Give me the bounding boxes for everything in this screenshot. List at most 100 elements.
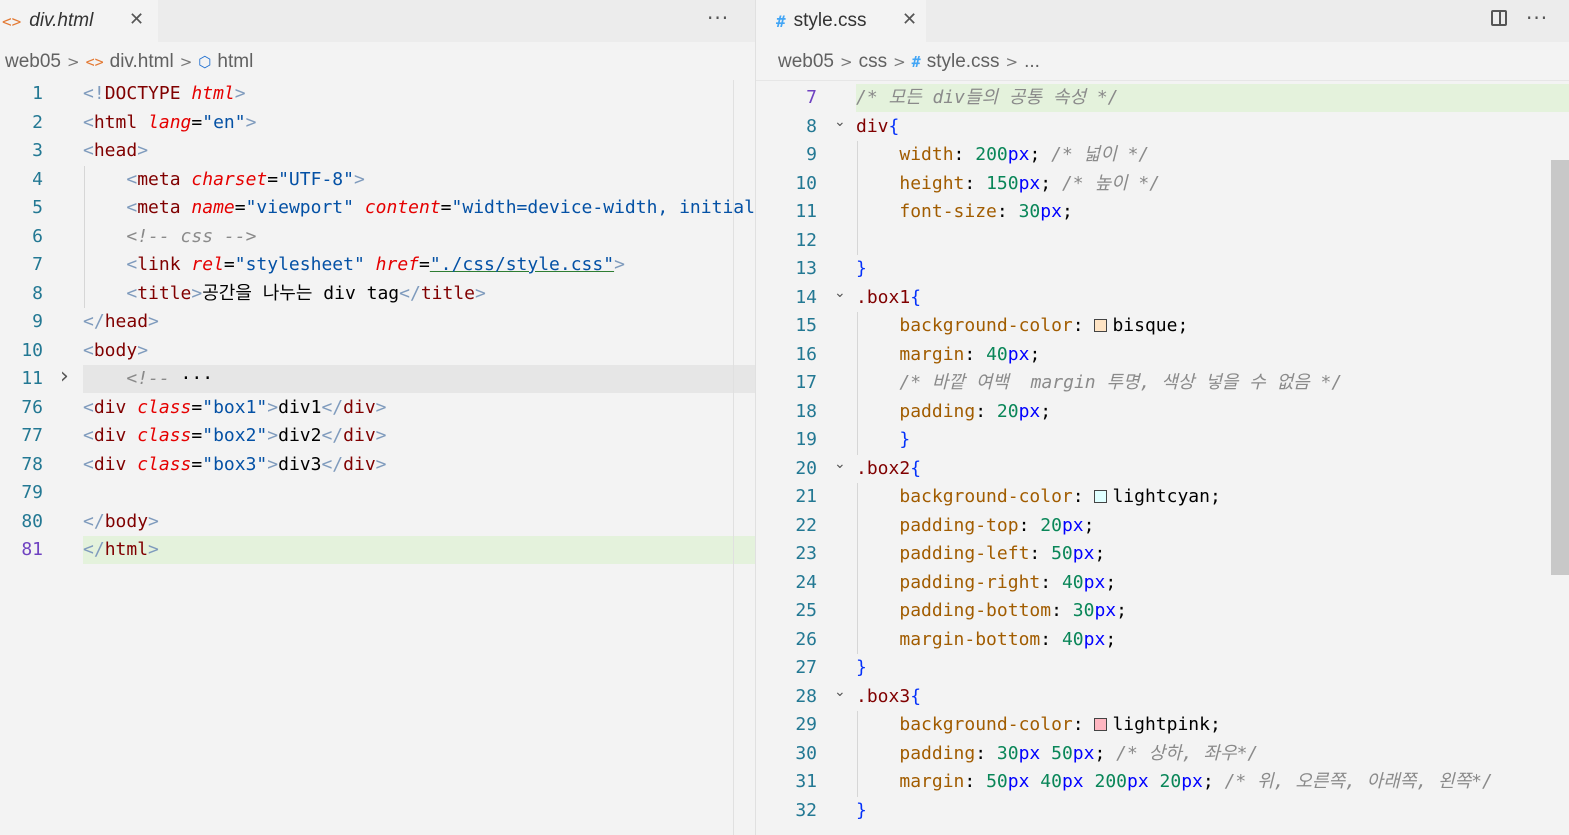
code-token: =: [223, 254, 235, 275]
code-token: meta: [137, 168, 192, 190]
code-line[interactable]: 23 padding-left: 50px;: [756, 540, 1569, 568]
more-actions-icon[interactable]: ···: [707, 6, 729, 30]
code-line[interactable]: 16 margin: 40px;: [756, 341, 1569, 369]
breadcrumb-file[interactable]: div.html: [110, 51, 174, 73]
tab-div-html[interactable]: <> div.html ✕: [0, 0, 158, 42]
code-line[interactable]: 17 /* 바깥 여백 margin 투명, 색상 넣을 수 없음 */: [756, 369, 1569, 397]
fold-chevron-right-icon[interactable]: ›: [60, 363, 69, 391]
code-token: 30: [1018, 201, 1041, 222]
code-line[interactable]: 25 padding-bottom: 30px;: [756, 597, 1569, 625]
code-line[interactable]: 8 <title>공간을 나누는 div tag</title>: [0, 280, 755, 308]
left-editor-pane[interactable]: <> div.html ✕ ··· web05 > <> div.html > …: [0, 0, 755, 835]
code-line[interactable]: 15 background-color: bisque;: [756, 312, 1569, 340]
right-editor-pane[interactable]: # style.css ✕ ··· web05 > css > # style.…: [756, 0, 1569, 835]
fold-chevron-down-icon[interactable]: ⌄: [834, 108, 846, 136]
color-swatch[interactable]: [1094, 718, 1108, 731]
breadcrumb-symbol[interactable]: ...: [1024, 51, 1040, 73]
code-line[interactable]: 32}: [756, 797, 1569, 825]
breadcrumb-folder[interactable]: web05: [778, 51, 834, 73]
code-token: </: [321, 453, 344, 475]
code-token: :: [1018, 514, 1041, 536]
code-line[interactable]: 2 <html lang="en">: [0, 109, 755, 137]
code-line[interactable]: 30 padding: 30px 50px; /* 상하, 좌우*/: [756, 740, 1569, 768]
code-token: name: [191, 197, 235, 218]
code-line[interactable]: 20 ⌄ .box2{: [756, 455, 1569, 483]
code-token: ;: [1029, 144, 1052, 165]
code-line[interactable]: 78 <div class="box3">div3</div>: [0, 451, 755, 479]
tab-style-css[interactable]: # style.css ✕: [756, 0, 926, 42]
code-token: lang: [148, 111, 192, 133]
line-number: 20: [795, 457, 817, 479]
code-token: <!--: [126, 368, 181, 389]
color-swatch[interactable]: [1094, 319, 1108, 332]
code-token: head: [93, 140, 138, 161]
code-line[interactable]: 7 <link rel="stylesheet" href="./css/sty…: [0, 251, 755, 279]
code-line[interactable]: 24 padding-right: 40px;: [756, 569, 1569, 597]
breadcrumb-folder[interactable]: css: [859, 51, 888, 73]
code-line[interactable]: 12: [756, 227, 1569, 255]
code-line[interactable]: 3 <head>: [0, 137, 755, 165]
code-line[interactable]: 27}: [756, 654, 1569, 682]
code-line[interactable]: 22 padding-top: 20px;: [756, 512, 1569, 540]
code-token: </: [321, 425, 344, 446]
code-line[interactable]: 11 › <!-- ···: [0, 363, 755, 393]
code-line[interactable]: 1 <!DOCTYPE html>: [0, 80, 755, 108]
breadcrumb-file[interactable]: style.css: [927, 51, 1000, 73]
code-line[interactable]: 81 </html>: [0, 536, 755, 564]
code-line[interactable]: 13}: [756, 255, 1569, 283]
code-line[interactable]: 14 ⌄ .box1{: [756, 284, 1569, 312]
code-line[interactable]: 10 height: 150px; /* 높이 */: [756, 170, 1569, 198]
code-token: >: [137, 140, 149, 161]
code-line[interactable]: 31 margin: 50px 40px 200px 20px; /* 위, 오…: [756, 768, 1569, 796]
code-token: <: [126, 168, 138, 190]
fold-chevron-down-icon[interactable]: ⌄: [834, 678, 846, 706]
code-line[interactable]: 19 }: [756, 426, 1569, 454]
code-line[interactable]: 80 </body>: [0, 508, 755, 536]
code-text: <link rel="stylesheet" href="./css/style…: [83, 251, 625, 279]
code-token: DOCTYPE: [104, 83, 192, 104]
code-line[interactable]: 11 font-size: 30px;: [756, 198, 1569, 226]
code-line[interactable]: 28 ⌄ .box3{: [756, 683, 1569, 711]
code-line[interactable]: 76 <div class="box1">div1</div>: [0, 394, 755, 422]
code-token: >: [375, 425, 387, 446]
more-actions-icon[interactable]: ···: [1526, 6, 1548, 30]
code-text: .box2{: [856, 455, 921, 483]
split-editor-icon[interactable]: [1491, 10, 1507, 26]
line-number: 2: [32, 111, 43, 133]
chevron-right-icon: >: [840, 53, 853, 71]
code-text: padding-top: 20px;: [856, 512, 1094, 540]
code-line[interactable]: 21 background-color: lightcyan;: [756, 483, 1569, 511]
code-token: =: [440, 197, 452, 218]
code-line[interactable]: 6 <!-- css -->: [0, 223, 755, 251]
code-line[interactable]: 5 <meta name="viewport" content="width=d…: [0, 194, 755, 222]
fold-chevron-down-icon[interactable]: ⌄: [834, 279, 846, 307]
fold-chevron-down-icon[interactable]: ⌄: [834, 450, 846, 478]
code-line[interactable]: 10 <body>: [0, 337, 755, 365]
breadcrumb-symbol[interactable]: html: [217, 51, 253, 73]
editor-border: [733, 80, 734, 835]
code-line[interactable]: 8 ⌄ div{: [756, 113, 1569, 141]
code-line[interactable]: 9 </head>: [0, 308, 755, 336]
code-line[interactable]: 9 width: 200px; /* 넓이 */: [756, 141, 1569, 169]
line-number: 5: [32, 197, 43, 218]
code-line[interactable]: 26 margin-bottom: 40px;: [756, 626, 1569, 654]
code-line[interactable]: 29 background-color: lightpink;: [756, 711, 1569, 739]
code-line[interactable]: 77 <div class="box2">div2</div>: [0, 422, 755, 450]
code-text: }: [856, 255, 867, 283]
vertical-scrollbar[interactable]: [1551, 160, 1569, 575]
breadcrumb: web05 > css > # style.css > ...: [778, 48, 1040, 76]
code-line[interactable]: 4 <meta charset="UTF-8">: [0, 166, 755, 194]
code-line[interactable]: 18 padding: 20px;: [756, 398, 1569, 426]
breadcrumb-folder[interactable]: web05: [5, 51, 61, 73]
indent-guide: [857, 312, 858, 455]
close-icon[interactable]: ✕: [902, 9, 917, 30]
code-text: <body>: [83, 337, 148, 365]
code-token: 150: [986, 172, 1019, 194]
code-token: /* 넓이 */: [1051, 144, 1150, 165]
color-swatch[interactable]: [1094, 490, 1108, 503]
close-icon[interactable]: ✕: [129, 9, 144, 30]
code-line[interactable]: 7 /* 모든 div들의 공통 속성 */: [756, 84, 1569, 112]
code-token: /* 바깥 여백 margin 투명, 색상 넣을 수 없음 */: [899, 372, 1343, 393]
code-token: >: [148, 311, 159, 332]
code-line[interactable]: 79: [0, 479, 755, 507]
